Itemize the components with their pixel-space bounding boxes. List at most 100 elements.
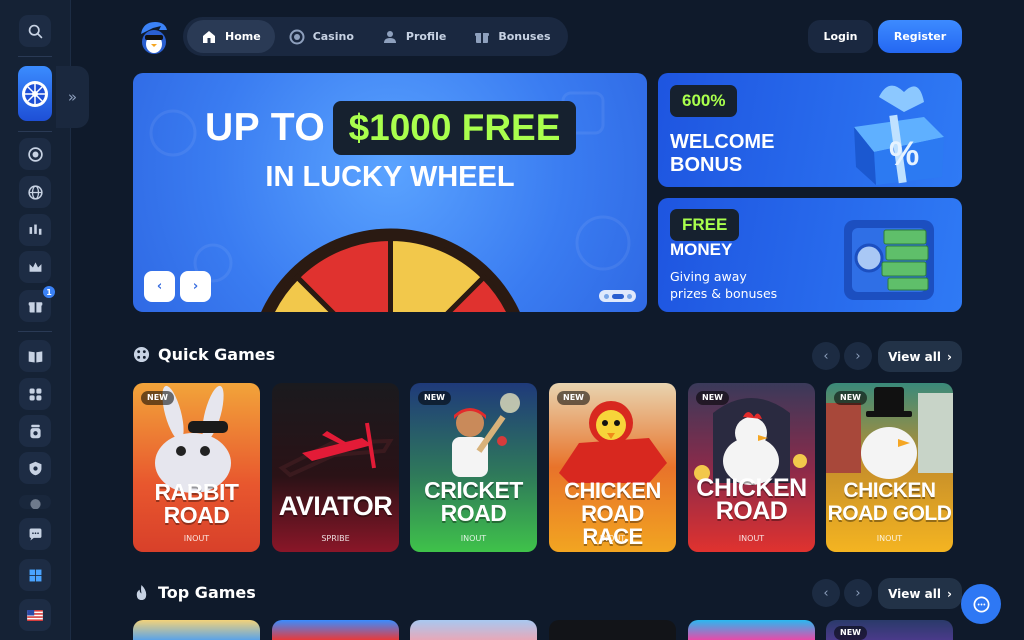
- game-card-aviator[interactable]: AVIATOR SPRIBE: [272, 383, 399, 552]
- carousel-dot-active[interactable]: [611, 293, 624, 299]
- game-provider: INOUT: [599, 534, 626, 543]
- sidebar-item-rules[interactable]: [19, 340, 51, 372]
- nav-profile[interactable]: Profile: [368, 20, 460, 53]
- top-game-card[interactable]: [410, 620, 537, 640]
- promo-subtitle: Giving away prizes & bonuses: [670, 268, 777, 302]
- game-card-chicken-road-gold[interactable]: NEW CHICKEN ROAD GOLD INOUT: [826, 383, 953, 552]
- promo-tag: FREE: [670, 209, 740, 241]
- sidebar-item-trading[interactable]: [19, 214, 51, 246]
- jar-icon: [29, 424, 41, 438]
- top-games-prev[interactable]: ‹: [812, 579, 840, 607]
- crown-icon: [29, 261, 41, 272]
- promo-title: WELCOME BONUS: [670, 131, 774, 177]
- hero-highlight: $1000 FREE: [348, 107, 561, 148]
- top-game-card[interactable]: [272, 620, 399, 640]
- nav-casino[interactable]: Casino: [275, 20, 368, 53]
- quick-games-header: Quick Games: [133, 345, 275, 364]
- promo-welcome-bonus[interactable]: 600% WELCOME BONUS %: [658, 73, 962, 187]
- hero-line2: IN LUCKY WHEEL: [265, 161, 515, 193]
- sidebar-divider: [18, 331, 52, 332]
- game-title: CHICKEN ROAD GOLD: [826, 479, 953, 525]
- hero-banner[interactable]: UP TO $1000 FREE IN LUCKY WHEEL ‹ ›: [133, 73, 647, 312]
- hero-line1: UP TO: [205, 106, 326, 149]
- quick-games-next[interactable]: ›: [844, 342, 872, 370]
- game-provider: INOUT: [876, 534, 903, 543]
- sidebar: » 1: [0, 0, 89, 640]
- sidebar-expand-button[interactable]: »: [56, 66, 89, 128]
- carousel-dots[interactable]: [599, 290, 636, 302]
- promo-title: MONEY: [670, 240, 733, 259]
- game-provider: INOUT: [460, 534, 487, 543]
- quick-games-prev[interactable]: ‹: [812, 342, 840, 370]
- sidebar-item-support[interactable]: [19, 518, 51, 550]
- promo-title-line2: BONUS: [670, 154, 743, 176]
- search-button[interactable]: [19, 15, 51, 47]
- chip-icon: [289, 29, 305, 44]
- brand-logo[interactable]: [135, 18, 173, 56]
- sidebar-item-lottery[interactable]: [19, 415, 51, 447]
- support-chat-button[interactable]: [961, 584, 1001, 624]
- language-selector[interactable]: [19, 599, 51, 631]
- expand-icon: »: [67, 88, 78, 106]
- new-badge: NEW: [834, 391, 867, 405]
- game-card-rabbit-road[interactable]: NEW RABBIT ROAD INOUT: [133, 383, 260, 552]
- game-title-line2: ROAD: [163, 502, 230, 528]
- game-title: CRICKET ROAD: [410, 479, 537, 525]
- new-badge: NEW: [141, 391, 174, 405]
- flame-icon: [136, 584, 147, 601]
- game-card-chicken-road-race[interactable]: NEW CHICKEN ROAD RACE INOUT: [549, 383, 676, 552]
- game-provider: SPRIBE: [321, 534, 350, 543]
- top-game-card[interactable]: [688, 620, 815, 640]
- top-game-card[interactable]: NEW: [826, 620, 953, 640]
- wheel-icon: [22, 80, 48, 107]
- lucky-wheel-tile[interactable]: [18, 66, 52, 121]
- search-icon: [28, 24, 42, 38]
- plane-icon: [278, 422, 394, 478]
- sidebar-item-gifts[interactable]: 1: [19, 286, 55, 322]
- game-provider: INOUT: [183, 534, 210, 543]
- game-title-line2: ROAD: [715, 497, 788, 525]
- hero-prev-button[interactable]: ‹: [144, 271, 175, 302]
- money-safe-icon: [844, 220, 934, 300]
- nav-bonuses-label: Bonuses: [498, 30, 551, 43]
- nav-home-label: Home: [225, 30, 261, 43]
- nav-casino-label: Casino: [312, 30, 354, 43]
- game-card-chicken-road[interactable]: NEW CHICKEN ROAD INOUT: [688, 383, 815, 552]
- carousel-dot[interactable]: [603, 293, 609, 299]
- quick-games-view-all[interactable]: View all ›: [878, 341, 962, 372]
- user-icon: [383, 30, 396, 43]
- sidebar-item-windows-app[interactable]: [19, 559, 51, 591]
- new-badge: NEW: [557, 391, 590, 405]
- register-button[interactable]: Register: [878, 20, 962, 53]
- book-icon: [28, 350, 42, 362]
- view-all-label: View all: [888, 349, 941, 364]
- lucky-wheel-icon: [261, 228, 520, 312]
- sidebar-item-sports[interactable]: [19, 176, 51, 208]
- hero-next-button[interactable]: ›: [180, 271, 211, 302]
- nav-home[interactable]: Home: [187, 20, 275, 53]
- sidebar-item-more[interactable]: [19, 495, 51, 509]
- game-title: AVIATOR: [278, 491, 393, 521]
- windows-icon: [29, 569, 41, 581]
- gift-icon: [28, 301, 42, 312]
- quick-games-title: Quick Games: [158, 345, 276, 364]
- home-icon: [203, 30, 215, 43]
- sidebar-item-casino[interactable]: [19, 138, 51, 170]
- top-games-next[interactable]: ›: [844, 579, 872, 607]
- login-button[interactable]: Login: [808, 20, 873, 53]
- gift-box-percent-icon: %: [854, 85, 944, 185]
- sidebar-item-games[interactable]: [19, 378, 51, 410]
- hero-highlight-pill: $1000 FREE: [333, 101, 576, 155]
- game-card-cricket-road[interactable]: NEW CRICKET ROAD INOUT: [410, 383, 537, 552]
- top-games-view-all[interactable]: View all ›: [878, 578, 962, 609]
- carousel-dot[interactable]: [626, 293, 632, 299]
- top-game-card[interactable]: [133, 620, 260, 640]
- nav-bonuses[interactable]: Bonuses: [460, 20, 564, 53]
- sidebar-item-security[interactable]: [19, 452, 51, 484]
- promo-subtitle-line1: Giving away: [670, 269, 747, 284]
- top-game-card[interactable]: [549, 620, 676, 640]
- sidebar-item-vip[interactable]: [19, 251, 51, 283]
- promo-free-money[interactable]: FREE MONEY Giving away prizes & bonuses: [658, 198, 962, 312]
- candles-icon: [29, 224, 41, 235]
- penguin-logo-icon: [141, 22, 167, 54]
